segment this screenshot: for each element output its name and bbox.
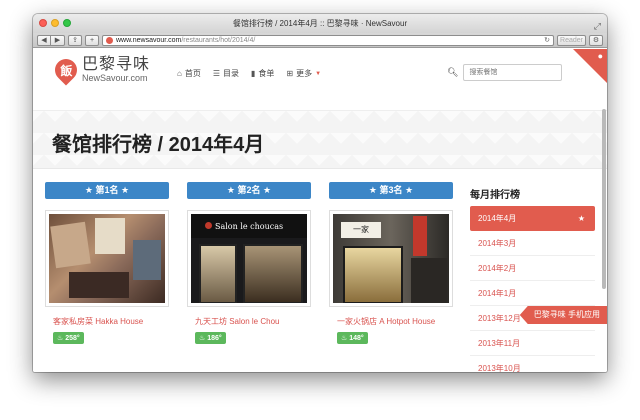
score-badge: ♨ 186° <box>195 332 226 344</box>
month-link[interactable]: 2013年10月 <box>470 356 595 372</box>
star-icon: ★ <box>577 214 585 223</box>
site-header: 飯 巴黎寻味 NewSavour.com ⌂ 首页 ☰ 目录 ▮ 食单 ⊞ 更多… <box>33 49 607 111</box>
browser-toolbar: ◀ ▶ ⇪ + www.newsavour.com/restaurants/ho… <box>33 33 607 48</box>
reload-icon[interactable]: ↻ <box>544 36 550 44</box>
logo-cn: 巴黎寻味 <box>82 56 151 73</box>
title-bar: 餐馆排行榜 / 2014年4月 :: 巴黎寻味 · NewSavour ⤢ <box>33 14 607 33</box>
restaurant-card[interactable]: ★ 第1名 ★ 客家私房菜 Hakka House ♨ 258° <box>45 182 169 345</box>
back-button[interactable]: ◀ <box>37 34 51 46</box>
search-icon[interactable]: 🔍︎ <box>447 67 458 78</box>
window-title: 餐馆排行榜 / 2014年4月 :: 巴黎寻味 · NewSavour <box>232 19 408 28</box>
favicon-icon <box>106 36 113 44</box>
user-icon[interactable]: ● <box>598 51 603 61</box>
score-badge: ♨ 148° <box>337 332 368 344</box>
url-path: /restaurants/hot/2014/4/ <box>181 36 256 44</box>
share-button[interactable]: ⇪ <box>68 34 82 46</box>
browser-window: 餐馆排行榜 / 2014年4月 :: 巴黎寻味 · NewSavour ⤢ ◀ … <box>33 14 607 372</box>
settings-icon[interactable]: ⚙ <box>589 34 603 46</box>
site-logo[interactable]: 飯 巴黎寻味 NewSavour.com <box>50 54 151 86</box>
minimize-window-button[interactable] <box>51 19 59 27</box>
restaurant-photo[interactable]: Salon le choucas <box>187 210 311 307</box>
restaurant-photo[interactable]: 一家 <box>329 210 453 307</box>
page-title: 餐馆排行榜 / 2014年4月 <box>52 134 265 156</box>
search-box: 🔍︎ <box>447 64 563 81</box>
reader-button[interactable]: Reader <box>557 34 586 46</box>
sidebar-title: 每月排行榜 <box>470 190 520 201</box>
score-badge: ♨ 258° <box>53 332 84 344</box>
address-bar[interactable]: www.newsavour.com/restaurants/hot/2014/4… <box>102 34 555 46</box>
forward-button[interactable]: ▶ <box>51 34 65 46</box>
fullscreen-icon[interactable]: ⤢ <box>594 17 601 36</box>
grid-icon: ⊞ <box>286 69 294 78</box>
main-nav: ⌂ 首页 ☰ 目录 ▮ 食单 ⊞ 更多 ▼ <box>177 68 321 79</box>
monthly-rankings-sidebar: 每月排行榜 2014年4月 ★ 2014年3月 2014年2月 2014年1月 … <box>470 169 595 372</box>
restaurant-name[interactable]: 一家火锅店 A Hotpot House <box>329 316 447 327</box>
rank-badge: ★ 第3名 ★ <box>329 182 453 199</box>
ranking-content: ★ 第1名 ★ 客家私房菜 Hakka House ♨ 258° ★ 第2名 ★… <box>33 169 607 372</box>
month-link[interactable]: 2014年2月 <box>470 256 595 281</box>
list-icon: ☰ <box>212 69 221 78</box>
month-link[interactable]: 2014年1月 <box>470 281 595 306</box>
flame-icon: ♨ <box>57 335 64 342</box>
window-controls <box>39 19 71 27</box>
rank-badge: ★ 第2名 ★ <box>187 182 311 199</box>
home-icon: ⌂ <box>177 69 182 78</box>
caret-down-icon: ▼ <box>315 70 322 77</box>
month-link-active[interactable]: 2014年4月 ★ <box>470 206 595 231</box>
restaurant-name[interactable]: 客家私房菜 Hakka House <box>45 316 163 327</box>
url-domain: www.newsavour.com <box>116 36 182 44</box>
month-link[interactable]: 2014年3月 <box>470 231 595 256</box>
search-input[interactable] <box>463 64 563 81</box>
nav-item-more[interactable]: ⊞ 更多 ▼ <box>286 68 321 79</box>
logo-en: NewSavour.com <box>82 73 148 83</box>
rank-badge: ★ 第1名 ★ <box>45 182 169 199</box>
nav-item-menu[interactable]: ▮ 食单 <box>251 68 274 79</box>
nav-item-home[interactable]: ⌂ 首页 <box>177 68 201 79</box>
page-banner: 餐馆排行榜 / 2014年4月 <box>33 111 607 169</box>
web-page: 飯 巴黎寻味 NewSavour.com ⌂ 首页 ☰ 目录 ▮ 食单 ⊞ 更多… <box>33 49 607 372</box>
flame-icon: ♨ <box>341 335 348 342</box>
restaurant-photo[interactable] <box>45 210 169 307</box>
storefront-sign: Salon le choucas <box>191 214 307 238</box>
zoom-window-button[interactable] <box>63 19 71 27</box>
add-tab-button[interactable]: + <box>85 34 99 46</box>
restaurant-card[interactable]: ★ 第2名 ★ Salon le choucas 九天工坊 Salon le C… <box>187 182 311 345</box>
scrollbar[interactable] <box>602 109 606 289</box>
nav-item-directory[interactable]: ☰ 目录 <box>213 68 239 79</box>
close-window-button[interactable] <box>39 19 47 27</box>
map-pin-icon: 飯 <box>50 54 82 86</box>
restaurant-name[interactable]: 九天工坊 Salon le Chou <box>187 316 305 327</box>
storefront-sign: 一家 <box>341 222 381 238</box>
history-buttons: ◀ ▶ <box>37 34 65 46</box>
mobile-app-banner[interactable]: 巴黎寻味 手机应用 <box>519 306 607 324</box>
month-link[interactable]: 2013年11月 <box>470 331 595 356</box>
flame-icon: ♨ <box>199 335 206 342</box>
restaurant-card[interactable]: ★ 第3名 ★ 一家 一家火锅店 A Hotpot House ♨ 148° <box>329 182 453 345</box>
bookmark-icon: ▮ <box>251 69 256 78</box>
